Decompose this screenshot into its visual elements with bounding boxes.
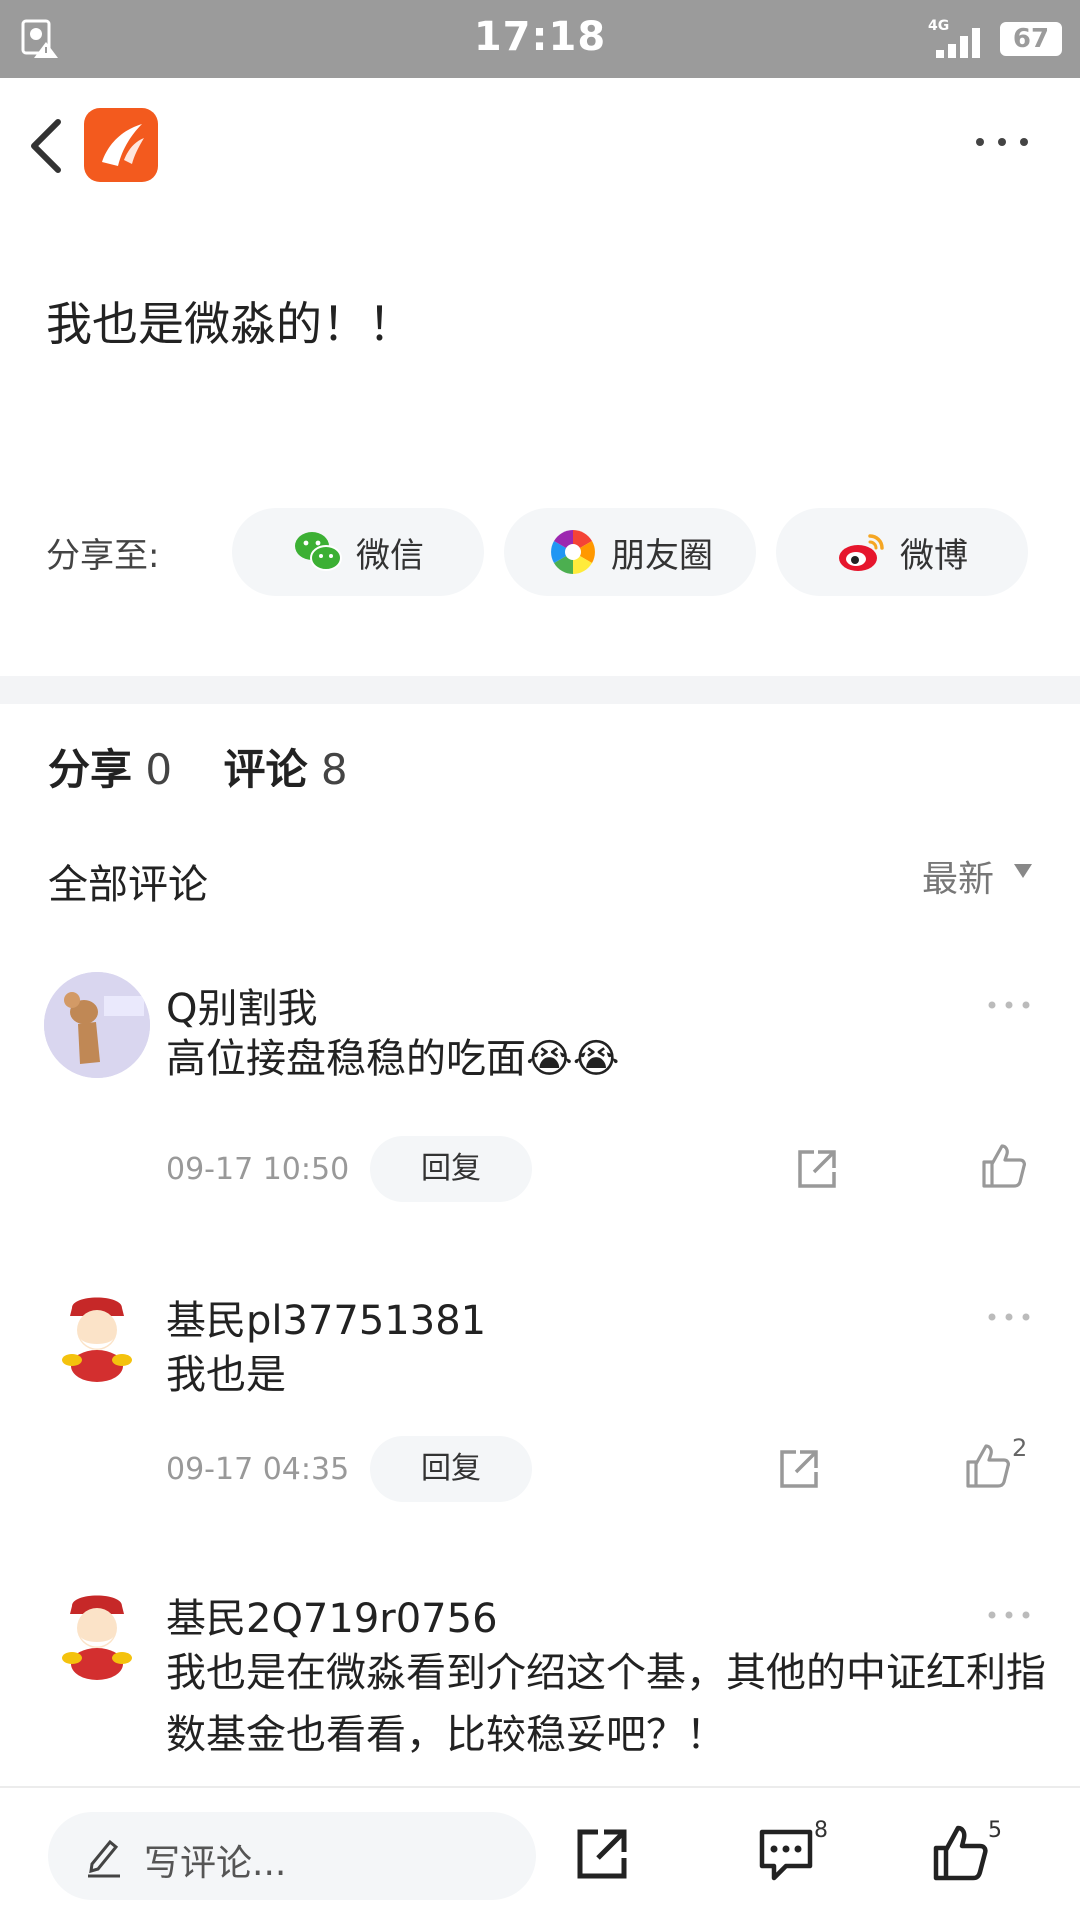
status-bar: 17:18 4G 67	[0, 0, 1080, 78]
signal-icon	[936, 28, 980, 58]
battery-indicator: 67	[1000, 22, 1062, 56]
tab-share[interactable]: 分享	[48, 745, 132, 794]
tab-comments[interactable]: 评论	[223, 745, 307, 794]
comment-text: 高位接盘稳稳的吃面😭😭	[166, 1036, 620, 1082]
share-icon[interactable]	[574, 1826, 630, 1882]
section-divider	[0, 676, 1080, 704]
top-nav	[0, 78, 1080, 214]
thumbs-up-icon[interactable]	[964, 1442, 1012, 1490]
share-moments-button[interactable]: 朋友圈	[504, 508, 756, 596]
more-options-icon[interactable]	[986, 998, 1032, 1012]
avatar[interactable]	[44, 1578, 150, 1684]
comment-text: 我也是	[166, 1352, 286, 1398]
more-options-icon[interactable]	[986, 1608, 1032, 1622]
write-comment-placeholder: 写评论...	[144, 1843, 287, 1884]
avatar[interactable]	[44, 1280, 150, 1386]
comment-time: 09-17 10:50	[166, 1152, 350, 1187]
comment-text: 我也是在微淼看到介绍这个基，其他的中证红利指数基金也看看，比较稳妥吧？！	[166, 1650, 1046, 1758]
write-comment-input[interactable]: 写评论...	[48, 1812, 536, 1900]
avatar[interactable]	[44, 972, 150, 1078]
comment-author[interactable]: Q别割我	[166, 976, 317, 1034]
wechat-icon	[295, 532, 342, 571]
app-logo	[84, 108, 158, 182]
bottom-action-bar: 写评论... 8 5	[0, 1786, 1080, 1920]
share-moments-label: 朋友圈	[611, 535, 713, 576]
moments-icon	[551, 530, 595, 574]
back-icon[interactable]	[26, 116, 66, 176]
share-weibo-button[interactable]: 微博	[776, 508, 1028, 596]
comment-author[interactable]: 基民2Q719r0756	[166, 1586, 498, 1644]
all-comments-title: 全部评论	[48, 862, 208, 908]
stats-tabs: 分享 0 评论 8	[48, 736, 386, 797]
weibo-icon	[839, 534, 884, 571]
more-options-icon[interactable]	[986, 1310, 1032, 1324]
comment-author[interactable]: 基民pl37751381	[166, 1288, 486, 1346]
comment-time: 09-17 04:35	[166, 1452, 350, 1487]
reply-button[interactable]: 回复	[370, 1136, 532, 1202]
reply-button[interactable]: 回复	[370, 1436, 532, 1502]
thumbs-up-icon[interactable]	[932, 1824, 990, 1882]
share-label: 分享至:	[46, 536, 160, 576]
thumbs-up-icon[interactable]	[980, 1142, 1028, 1190]
comment-icon[interactable]	[756, 1826, 816, 1882]
dropdown-arrow-icon[interactable]	[1012, 862, 1034, 880]
post-content: 我也是微淼的！！	[46, 297, 414, 351]
like-count: 2	[1012, 1434, 1028, 1462]
like-count-badge: 5	[988, 1818, 1002, 1843]
more-options-icon[interactable]	[972, 130, 1032, 154]
share-icon[interactable]	[776, 1446, 822, 1492]
comment-count: 8	[320, 745, 348, 794]
status-time: 17:18	[473, 14, 607, 60]
share-count: 0	[145, 745, 173, 794]
share-wechat-button[interactable]: 微信	[232, 508, 484, 596]
share-weibo-label: 微博	[900, 535, 968, 576]
sort-dropdown[interactable]: 最新	[922, 850, 994, 902]
pen-icon	[88, 1839, 120, 1878]
share-wechat-label: 微信	[356, 535, 424, 576]
share-icon[interactable]	[794, 1146, 840, 1192]
comment-count-badge: 8	[814, 1818, 828, 1843]
